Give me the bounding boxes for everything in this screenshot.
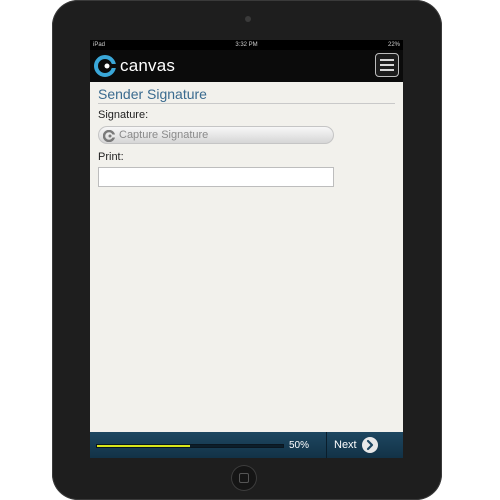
capture-signature-label: Capture Signature [119,129,209,141]
canvas-logo-icon [94,55,116,77]
next-label: Next [334,439,357,451]
next-button[interactable]: Next [334,436,378,454]
capture-signature-button[interactable]: Capture Signature [98,126,334,144]
signature-label: Signature: [98,109,149,121]
footer-separator [326,432,327,458]
progress-fill [97,445,190,447]
print-name-field[interactable] [98,167,334,187]
progress-bar [96,444,284,448]
progress-label: 50% [289,440,310,451]
home-button[interactable] [231,465,257,491]
brand-name: canvas [120,56,176,75]
page-title: Sender Signature [98,86,207,102]
canvas-logo: canvas [94,54,175,78]
app-screen: iPad 3:32 PM 22% canvas Sender Signature… [90,40,403,458]
app-header: canvas [90,50,403,82]
ipad-frame: iPad 3:32 PM 22% canvas Sender Signature… [52,0,442,500]
signature-capture-icon [102,129,116,143]
home-square-icon [239,473,249,483]
front-camera [245,16,251,22]
menu-button[interactable] [375,53,399,77]
status-battery: 22% [387,42,400,48]
footer-bar: 50% Next [90,432,403,458]
status-bar: iPad 3:32 PM 22% [90,40,403,50]
status-time: 3:32 PM [235,42,258,48]
title-divider [98,103,395,104]
print-label: Print: [98,151,124,163]
next-arrow-icon [361,437,378,453]
